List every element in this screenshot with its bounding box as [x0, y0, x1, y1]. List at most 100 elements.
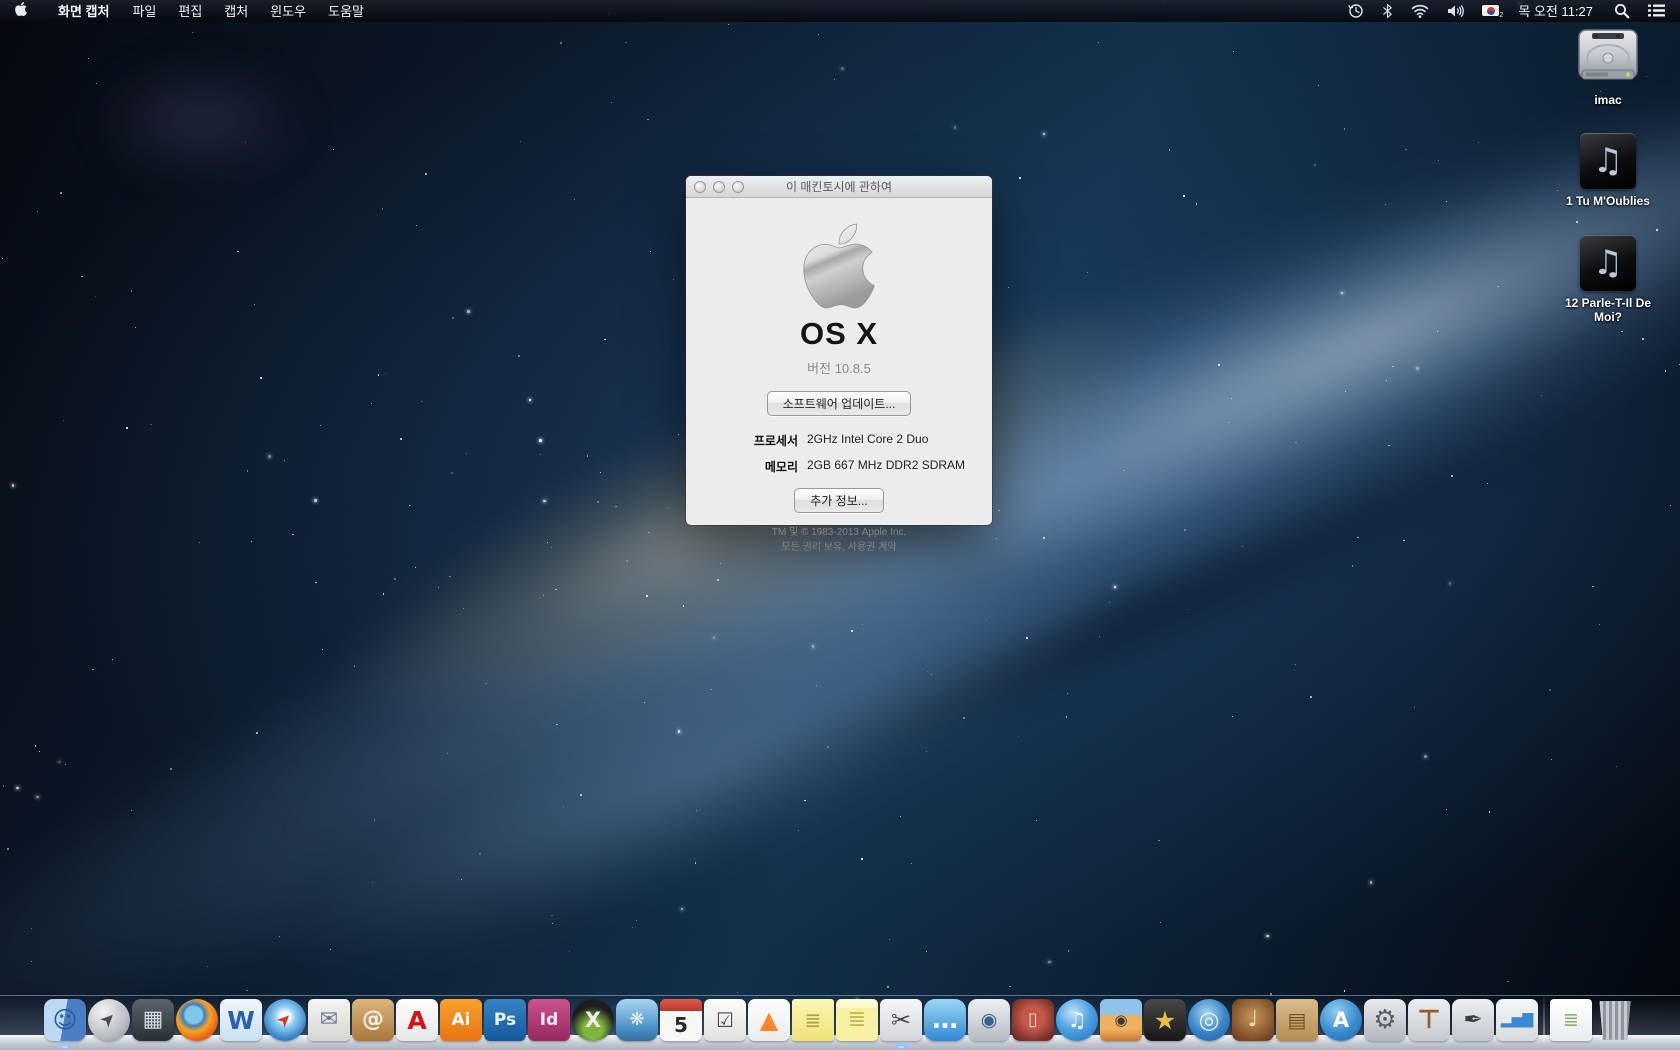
- calendar-dock-icon[interactable]: 5: [660, 999, 702, 1041]
- star: [1036, 820, 1038, 822]
- menu-item-help[interactable]: 도움말: [317, 0, 375, 21]
- address-book-dock-icon[interactable]: @: [352, 999, 394, 1041]
- stickies-dock-icon[interactable]: ≣: [792, 999, 834, 1041]
- menu-bar: 화면 캡처 파일 편집 캡처 윈도우 도움말 2 목 오전 11:27: [0, 0, 1680, 22]
- app-store-dock-icon[interactable]: A: [1320, 999, 1362, 1041]
- menu-item-file[interactable]: 파일: [121, 0, 167, 21]
- spec-row-processor: 프로세서 2GHz Intel Core 2 Duo: [686, 432, 992, 449]
- menu-item-edit[interactable]: 편집: [167, 0, 213, 21]
- desktop-icon-column: imac ♫ 1 Tu M'Oublies ♫ 12 Parle-T-Il De…: [1550, 28, 1666, 325]
- illustrator-dock-icon[interactable]: Ai: [440, 999, 482, 1041]
- star: [292, 534, 294, 536]
- spotlight-icon[interactable]: [1607, 0, 1637, 21]
- photoshop-dock-icon[interactable]: Ps: [484, 999, 526, 1041]
- safari-dock-icon[interactable]: ➤: [264, 999, 306, 1041]
- x-circle-app-glyph: X: [585, 1010, 601, 1031]
- menu-item-capture[interactable]: 캡처: [213, 0, 259, 21]
- blue-bag-app-dock-icon[interactable]: ❋: [616, 999, 658, 1041]
- calendar-band: [660, 999, 702, 1011]
- star: [1310, 696, 1312, 698]
- menu-item-window[interactable]: 윈도우: [259, 0, 317, 21]
- imovie-dock-icon[interactable]: ★: [1144, 999, 1186, 1041]
- star: [678, 730, 681, 733]
- star: [371, 403, 372, 404]
- star: [625, 42, 627, 44]
- star: [1507, 981, 1509, 983]
- reminders-dock-icon[interactable]: ☑: [704, 999, 746, 1041]
- more-info-button[interactable]: 추가 정보...: [794, 488, 884, 513]
- apple-menu[interactable]: [0, 0, 46, 21]
- star: [112, 659, 113, 660]
- pages-dock-icon[interactable]: ✒: [1452, 999, 1494, 1041]
- star: [1424, 755, 1427, 758]
- apple-icon: [14, 1, 28, 20]
- star: [862, 624, 863, 625]
- star: [518, 355, 520, 357]
- star: [260, 377, 262, 379]
- launchpad-dock-icon[interactable]: ➤: [88, 999, 130, 1041]
- illustrator-glyph: Ai: [452, 1012, 471, 1029]
- menu-clock[interactable]: 목 오전 11:27: [1510, 1, 1603, 20]
- grab-dock-icon[interactable]: ✂: [880, 999, 922, 1041]
- notification-center-icon[interactable]: [1641, 0, 1672, 21]
- firefox-dock-icon[interactable]: [176, 999, 218, 1041]
- x-circle-app-dock-icon[interactable]: X: [572, 999, 614, 1041]
- star: [1233, 51, 1234, 52]
- keynote-dock-icon[interactable]: ⊤: [1408, 999, 1450, 1041]
- star: [131, 290, 133, 292]
- idvd-dock-icon[interactable]: ◎: [1188, 999, 1230, 1041]
- star: [604, 339, 606, 341]
- volume-icon[interactable]: [1440, 0, 1471, 21]
- corkboard-app-dock-icon[interactable]: ▤: [1276, 999, 1318, 1041]
- facetime-dock-icon[interactable]: ◉: [968, 999, 1010, 1041]
- software-update-button[interactable]: 소프트웨어 업데이트...: [767, 391, 912, 416]
- desktop-item-audio-2[interactable]: ♫ 12 Parle-T-Il De Moi?: [1550, 235, 1666, 325]
- star: [611, 102, 613, 104]
- iphoto-dock-icon[interactable]: ◉: [1100, 999, 1142, 1041]
- star: [3, 785, 5, 787]
- star: [539, 439, 542, 442]
- star: [1451, 475, 1453, 477]
- star: [861, 858, 863, 860]
- desktop-item-audio-1[interactable]: ♫ 1 Tu M'Oublies: [1550, 133, 1666, 208]
- window-titlebar[interactable]: 이 매킨토시에 관하여: [686, 176, 992, 198]
- indesign-glyph: Id: [540, 1012, 559, 1029]
- garageband-glyph: ♩: [1248, 1009, 1258, 1031]
- messages-dock-icon[interactable]: …: [924, 999, 966, 1041]
- finder-dock-icon[interactable]: ☺: [44, 999, 86, 1041]
- mission-control-dock-icon[interactable]: ▦: [132, 999, 174, 1041]
- star: [1357, 537, 1359, 539]
- w-app-dock-icon[interactable]: W: [220, 999, 262, 1041]
- korean-input-flag-icon[interactable]: 2: [1475, 0, 1506, 21]
- itunes-dock-icon[interactable]: ♫: [1056, 999, 1098, 1041]
- acrobat-reader-dock-icon[interactable]: A: [396, 999, 438, 1041]
- photo-booth-dock-icon[interactable]: ▯: [1012, 999, 1054, 1041]
- notes-dock-icon[interactable]: ≣: [836, 999, 878, 1041]
- star: [451, 472, 453, 474]
- address-book-glyph: @: [362, 1009, 384, 1031]
- documents-stack-dock-icon[interactable]: ≣: [1550, 999, 1592, 1041]
- time-machine-icon[interactable]: [1341, 0, 1371, 21]
- vlc-dock-icon[interactable]: ▲: [748, 999, 790, 1041]
- garageband-dock-icon[interactable]: ♩: [1232, 999, 1274, 1041]
- star: [1489, 811, 1491, 813]
- star: [284, 460, 285, 461]
- star: [382, 208, 384, 210]
- star: [1087, 272, 1088, 273]
- wifi-icon[interactable]: [1404, 0, 1436, 21]
- desktop-item-imac-drive[interactable]: imac: [1550, 28, 1666, 107]
- star: [695, 862, 697, 864]
- os-version: 버전 10.8.5: [686, 358, 992, 377]
- trash-dock-icon[interactable]: [1594, 999, 1636, 1041]
- mail-dock-icon[interactable]: ✉: [308, 999, 350, 1041]
- star: [1196, 203, 1198, 205]
- bluetooth-icon[interactable]: [1375, 0, 1400, 21]
- acrobat-reader-glyph: A: [407, 1008, 426, 1033]
- menu-item-app[interactable]: 화면 캡처: [46, 0, 121, 21]
- star: [36, 796, 39, 799]
- indesign-dock-icon[interactable]: Id: [528, 999, 570, 1041]
- system-preferences-dock-icon[interactable]: ⚙: [1364, 999, 1406, 1041]
- star: [314, 499, 317, 502]
- numbers-dock-icon[interactable]: ▂▅▇: [1496, 999, 1538, 1041]
- desktop-label: 1 Tu M'Oublies: [1566, 194, 1650, 208]
